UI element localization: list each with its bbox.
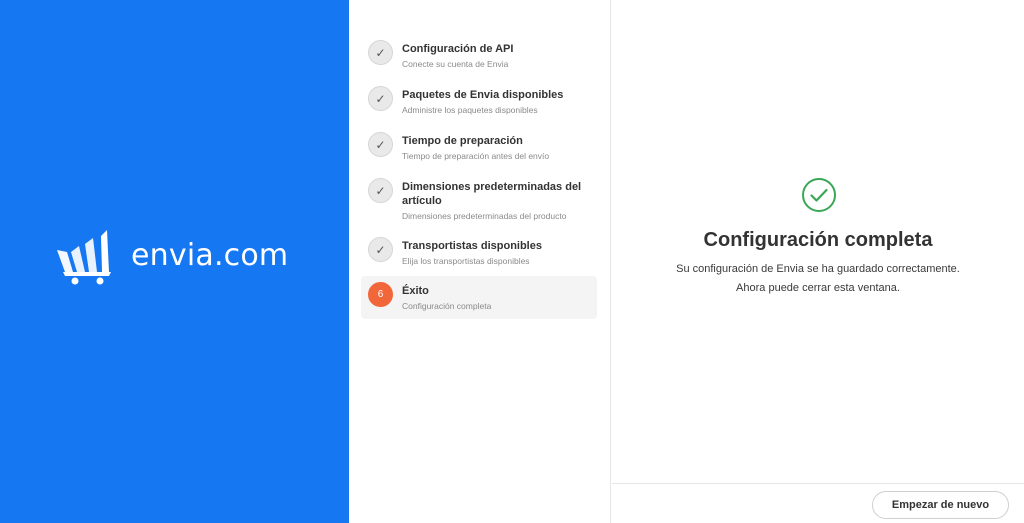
step-subtitle: Elija los transportistas disponibles [402, 256, 530, 266]
step-subtitle: Configuración completa [402, 301, 492, 311]
check-icon: ✓ [368, 178, 393, 203]
check-icon: ✓ [368, 132, 393, 157]
step-title: Paquetes de Envia disponibles [402, 89, 564, 101]
step-preparation-time[interactable]: ✓ Tiempo de preparación Tiempo de prepar… [361, 132, 597, 161]
step-packages[interactable]: ✓ Paquetes de Envia disponibles Administ… [361, 86, 597, 115]
check-icon: ✓ [368, 86, 393, 111]
step-title: Dimensiones predeterminadas del artículo [402, 181, 582, 207]
step-default-dimensions[interactable]: ✓ Dimensiones predeterminadas del artícu… [361, 178, 597, 221]
envia-logo: envia.com [55, 228, 288, 286]
success-message: Su configuración de Envia se ha guardado… [676, 263, 960, 294]
step-title: Éxito [402, 285, 429, 297]
step-subtitle: Tiempo de preparación antes del envío [402, 151, 550, 161]
step-title: Transportistas disponibles [402, 240, 542, 252]
page-title: Configuración completa [703, 229, 933, 251]
step-api-config[interactable]: ✓ Configuración de API Conecte su cuenta… [361, 40, 597, 69]
cart-logo-icon [57, 230, 111, 285]
check-icon: ✓ [368, 40, 393, 65]
restart-button[interactable]: Empezar de nuevo [872, 491, 1009, 519]
step-success[interactable]: 6 Éxito Configuración completa [361, 276, 597, 319]
success-check-circle-icon [802, 178, 836, 212]
step-subtitle: Administre los paquetes disponibles [402, 105, 538, 115]
brand-name: envia.com [131, 237, 289, 273]
check-icon: ✓ [368, 237, 393, 262]
step-carriers[interactable]: ✓ Transportistas disponibles Elija los t… [361, 237, 597, 266]
step-title: Tiempo de preparación [402, 135, 523, 147]
step-subtitle: Dimensiones predeterminadas del producto [402, 211, 567, 221]
step-title: Configuración de API [402, 43, 514, 55]
content-panel: Configuración completa Su configuración … [612, 0, 1024, 483]
footer-bar: Empezar de nuevo [612, 483, 1024, 523]
step-number-badge: 6 [368, 282, 393, 307]
step-subtitle: Conecte su cuenta de Envia [402, 59, 509, 69]
steps-sidebar: ✓ Configuración de API Conecte su cuenta… [349, 0, 611, 523]
brand-panel: envia.com [0, 0, 349, 523]
